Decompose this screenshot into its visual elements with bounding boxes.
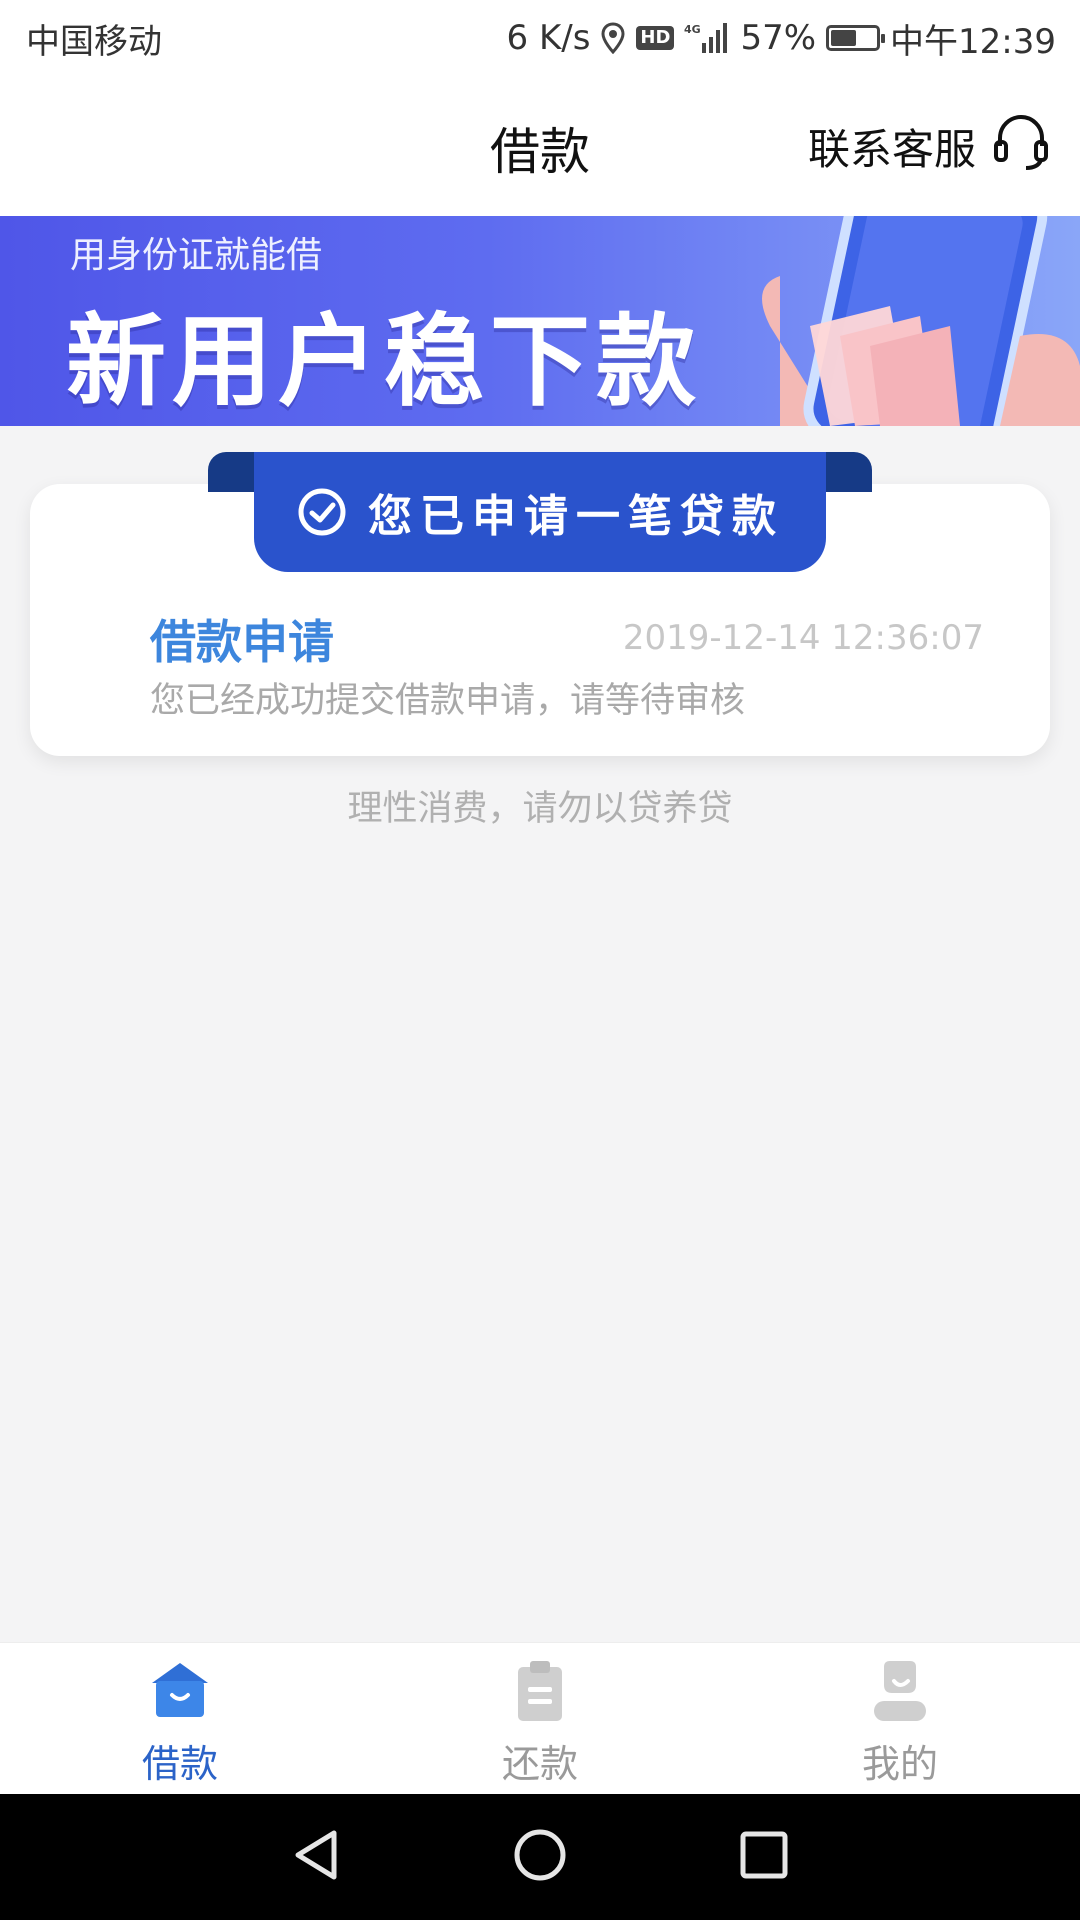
app-header: 借款 联系客服 — [0, 76, 1080, 216]
location-icon — [600, 22, 626, 54]
responsible-borrowing-tip: 理性消费，请勿以贷养贷 — [347, 789, 733, 829]
headset-icon — [990, 110, 1052, 182]
recents-icon[interactable] — [738, 1829, 790, 1885]
network-speed: 6 K/s — [506, 18, 591, 58]
system-navigation-bar — [0, 1794, 1080, 1920]
hd-icon: HD — [636, 26, 675, 50]
tab-borrow[interactable]: 借款 — [0, 1643, 360, 1795]
user-icon — [868, 1659, 932, 1727]
promo-banner[interactable]: 用身份证就能借 新用户稳下款 — [0, 216, 1080, 426]
application-title: 借款申请 — [150, 615, 334, 669]
tab-repay[interactable]: 还款 — [360, 1643, 720, 1795]
signal-icon: 4G — [684, 21, 730, 55]
banner-headline: 新用户稳下款 — [66, 303, 702, 420]
application-description: 您已经成功提交借款申请，请等待审核 — [150, 681, 746, 721]
check-circle-icon — [296, 486, 348, 538]
status-indicators: 6 K/s HD 4G 57% 中午12:39 — [507, 14, 1056, 63]
tab-repay-label: 还款 — [501, 1742, 578, 1786]
ribbon-label: 您已申请一笔贷款 — [368, 491, 784, 542]
carrier-name: 中国移动 — [26, 21, 162, 62]
tab-mine[interactable]: 我的 — [720, 1643, 1080, 1795]
application-timestamp: 2019-12-14 12:36:07 — [622, 618, 984, 658]
contact-service-button[interactable]: 联系客服 — [808, 110, 1052, 182]
application-status-ribbon: 您已申请一笔贷款 — [254, 452, 826, 572]
tab-mine-label: 我的 — [861, 1742, 938, 1786]
status-bar: 中国移动 6 K/s HD 4G 57% 中午12:39 — [0, 0, 1080, 76]
phone-illustration — [762, 216, 1080, 426]
battery-icon — [826, 25, 886, 51]
tab-borrow-label: 借款 — [141, 1742, 218, 1786]
banner-subtitle: 用身份证就能借 — [70, 235, 323, 276]
svg-text:4G: 4G — [684, 23, 701, 36]
contact-service-label: 联系客服 — [807, 124, 976, 174]
battery-percent: 57% — [740, 18, 817, 58]
clock: 中午12:39 — [890, 21, 1056, 62]
home-icon[interactable] — [512, 1827, 568, 1887]
back-icon[interactable] — [290, 1827, 342, 1887]
clipboard-icon — [508, 1659, 572, 1727]
bottom-tab-bar: 借款 还款 我的 — [0, 1642, 1080, 1794]
shop-icon — [148, 1659, 212, 1727]
